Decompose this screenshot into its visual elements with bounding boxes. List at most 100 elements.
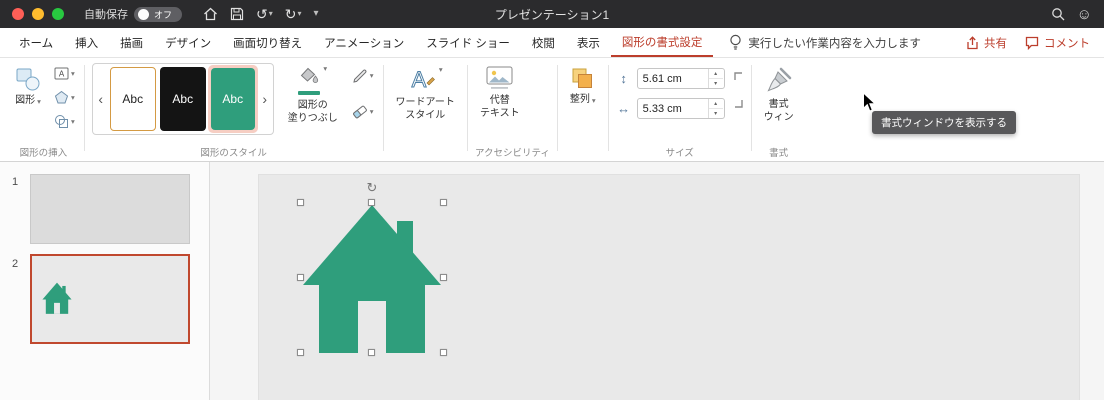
selected-shape-container: ↻ (297, 181, 447, 356)
selection-handle-middle-left[interactable] (297, 274, 304, 281)
arrange-caret-icon: ▾ (591, 95, 596, 105)
customize-toolbar-button[interactable]: ▾ (309, 7, 324, 21)
tab-view[interactable]: 表示 (566, 28, 611, 57)
share-label: 共有 (984, 37, 1007, 50)
corner-bracket-bottom-icon[interactable] (733, 98, 744, 109)
edit-shape-button[interactable]: ▾ (52, 89, 77, 106)
shape-height-field[interactable]: ▴ ▾ (636, 68, 725, 89)
shape-outline-caret-icon: ▾ (369, 71, 374, 81)
gallery-prev-button[interactable]: ‹ (94, 67, 108, 131)
svg-text:A: A (59, 70, 65, 79)
selection-handle-top-left[interactable] (297, 199, 304, 206)
house-shape[interactable] (301, 203, 443, 353)
selection-handle-bottom-left[interactable] (297, 349, 304, 356)
group-format: 書式 ウィン 書式 (759, 63, 799, 161)
comments-button[interactable]: コメント (1025, 35, 1090, 51)
selection-handle-middle-right[interactable] (440, 274, 447, 281)
slide-thumbnail-2-selected[interactable] (30, 254, 190, 344)
ribbon-separator (607, 65, 609, 151)
pen-icon (353, 69, 367, 83)
arrange-label: 整列 (569, 94, 590, 105)
shape-height-input[interactable] (637, 69, 708, 88)
tab-slideshow[interactable]: スライド ショー (415, 28, 521, 57)
group-insert-shapes: 図形 ▾ A ▾ ▾ ▾ 図形の挿入 (10, 63, 77, 161)
slide-1-number: 1 (12, 176, 19, 188)
redo-button[interactable]: ↻ ▾ (280, 5, 307, 23)
autosave-toggle[interactable]: オフ (134, 6, 182, 22)
close-window-button[interactable] (12, 8, 24, 20)
save-button[interactable] (225, 5, 249, 23)
shape-outline-button[interactable]: ▾ (350, 67, 376, 85)
format-pane-label-line2: ウィン (763, 112, 794, 123)
slide-canvas-area: ↻ (210, 162, 1104, 400)
tab-home[interactable]: ホーム (8, 28, 64, 57)
draw-textbox-button[interactable]: A ▾ (52, 65, 77, 82)
tell-me-placeholder: 実行したい作業内容を入力します (748, 37, 921, 50)
shape-style-gallery: ‹ Abc Abc Abc › (91, 63, 274, 135)
workspace: 1 2 ↻ (0, 162, 1104, 400)
tab-animations[interactable]: アニメーション (313, 28, 415, 57)
tab-insert[interactable]: 挿入 (64, 28, 109, 57)
width-step-up-icon[interactable]: ▴ (709, 99, 723, 108)
picture-icon (486, 66, 513, 89)
undo-caret-icon[interactable]: ▾ (269, 10, 273, 18)
group-label-insert-shapes: 図形の挿入 (19, 148, 68, 159)
gallery-next-button[interactable]: › (258, 67, 272, 131)
shape-effects-button[interactable]: ▾ (350, 103, 376, 121)
tab-draw[interactable]: 描画 (109, 28, 154, 57)
merge-shapes-icon (55, 115, 68, 128)
search-icon[interactable] (1051, 7, 1065, 21)
home-icon (204, 7, 217, 21)
zoom-window-button[interactable] (52, 8, 64, 20)
shape-fill-caret-icon: ▾ (323, 64, 328, 73)
corner-bracket-top-icon[interactable] (733, 71, 744, 82)
wordart-styles-button[interactable]: A ▾ ワードアート スタイル (391, 63, 460, 125)
shapes-icon (16, 68, 40, 91)
feedback-smiley-icon[interactable]: ☺ (1077, 7, 1092, 22)
tab-review[interactable]: 校閲 (521, 28, 566, 57)
customize-toolbar-chevron-icon: ▾ (313, 8, 319, 19)
tell-me-box[interactable]: 実行したい作業内容を入力します (729, 34, 921, 51)
undo-icon: ↺ (256, 6, 268, 22)
selection-handle-top-right[interactable] (440, 199, 447, 206)
window-controls (12, 8, 64, 20)
textbox-caret-icon: ▾ (71, 68, 75, 78)
arrange-button[interactable]: 整列 ▾ (565, 63, 601, 110)
selection-handle-bottom-right[interactable] (440, 349, 447, 356)
rotate-handle[interactable]: ↻ (367, 181, 378, 194)
format-pane-button[interactable]: 書式 ウィン (759, 63, 799, 127)
width-step-down-icon[interactable]: ▾ (708, 108, 723, 118)
slide-thumbnail-1[interactable] (30, 174, 190, 244)
shape-width-field[interactable]: ▴ ▾ (636, 98, 725, 119)
redo-caret-icon[interactable]: ▾ (297, 10, 301, 18)
alt-text-label-line2: テキスト (479, 108, 520, 119)
insert-shape-button[interactable]: 図形 ▾ (10, 63, 46, 111)
home-button[interactable] (198, 5, 223, 23)
shape-width-input[interactable] (637, 99, 708, 118)
alt-text-label-line1: 代替 (489, 95, 510, 106)
selection-handle-top-middle[interactable] (368, 199, 375, 206)
share-icon (967, 35, 978, 49)
selection-handle-bottom-middle[interactable] (368, 349, 375, 356)
slide-canvas[interactable]: ↻ (258, 174, 1080, 400)
minimize-window-button[interactable] (32, 8, 44, 20)
alt-text-button[interactable]: 代替 テキスト (475, 63, 525, 123)
width-stepper[interactable]: ▴ ▾ (707, 99, 723, 118)
height-stepper[interactable]: ▴ ▾ (707, 69, 723, 88)
ribbon-separator (83, 65, 85, 151)
style-swatch-outline[interactable]: Abc (109, 67, 156, 131)
undo-button[interactable]: ↺ ▾ (251, 5, 278, 23)
height-step-down-icon[interactable]: ▾ (708, 78, 723, 88)
style-swatch-black[interactable]: Abc (159, 67, 206, 131)
autosave-label: 自動保存 (84, 9, 128, 21)
tab-shape-format[interactable]: 図形の書式設定 (610, 28, 714, 57)
edit-shape-caret-icon: ▾ (71, 92, 75, 102)
share-button[interactable]: 共有 (966, 35, 1007, 51)
textbox-icon: A (54, 67, 69, 80)
style-swatch-teal-selected[interactable]: Abc (210, 68, 255, 130)
tab-design[interactable]: デザイン (154, 28, 222, 57)
tab-transitions[interactable]: 画面切り替え (222, 28, 313, 57)
merge-shapes-button[interactable]: ▾ (52, 113, 77, 130)
height-step-up-icon[interactable]: ▴ (709, 69, 723, 78)
shape-fill-button[interactable]: ▾ 図形の 塗りつぶし (282, 63, 344, 125)
